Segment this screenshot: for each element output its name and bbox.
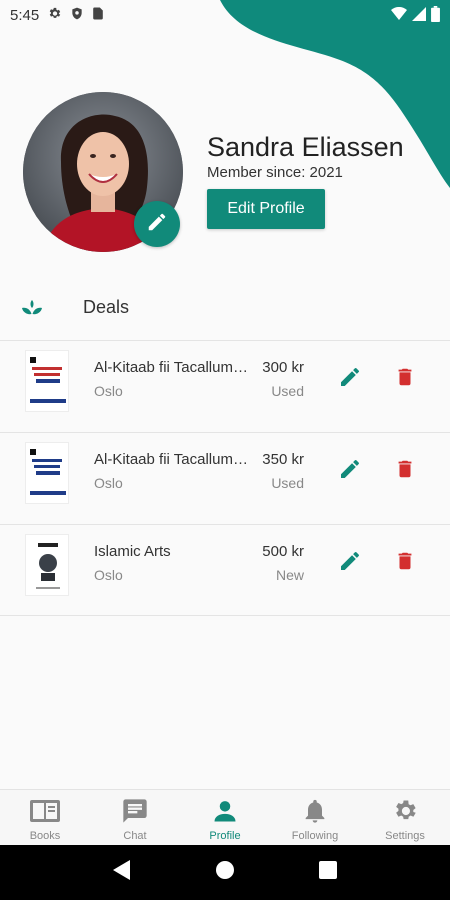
deal-price: 500 kr xyxy=(262,543,304,560)
deal-title: Al-Kitaab fii Tacallum ... xyxy=(94,359,248,376)
user-name: Sandra Eliassen xyxy=(207,132,404,162)
battery-icon xyxy=(431,6,440,26)
delete-deal-button[interactable] xyxy=(393,550,417,576)
member-since: Member since: 2021 xyxy=(207,164,343,181)
nav-label: Settings xyxy=(385,830,425,842)
nav-label: Chat xyxy=(123,830,147,842)
deal-title: Islamic Arts xyxy=(94,543,171,560)
trash-icon xyxy=(394,365,416,394)
bottom-navigation: Books Chat Profile Following Settings xyxy=(0,789,450,845)
deal-condition: Used xyxy=(271,475,304,491)
nav-item-settings[interactable]: Settings xyxy=(360,790,450,845)
deal-city: Oslo xyxy=(94,475,123,491)
profile-avatar-group xyxy=(23,92,183,252)
status-bar: 5:45 xyxy=(0,0,450,30)
nav-item-profile[interactable]: Profile xyxy=(180,790,270,845)
pencil-icon xyxy=(338,365,362,394)
bell-icon xyxy=(299,796,331,826)
recents-square-icon xyxy=(319,861,338,884)
deal-list: Al-Kitaab fii Tacallum ... Oslo 300 kr U… xyxy=(0,340,450,616)
signal-icon xyxy=(412,7,426,25)
pencil-icon xyxy=(338,549,362,578)
deal-city: Oslo xyxy=(94,567,123,583)
list-item[interactable]: Islamic Arts Oslo 500 kr New xyxy=(0,524,450,616)
book-icon xyxy=(29,796,61,826)
delete-deal-button[interactable] xyxy=(393,458,417,484)
nav-item-following[interactable]: Following xyxy=(270,790,360,845)
deal-title: Al-Kitaab fii Tacallum ... xyxy=(94,451,248,468)
deal-condition: New xyxy=(275,567,304,583)
deal-price: 350 kr xyxy=(262,451,304,468)
deal-condition: Used xyxy=(271,383,304,399)
list-item[interactable]: Al-Kitaab fii Tacallum ... Oslo 350 kr U… xyxy=(0,432,450,524)
deals-section-header: Deals xyxy=(0,290,450,326)
list-item[interactable]: Al-Kitaab fii Tacallum ... Oslo 300 kr U… xyxy=(0,340,450,432)
gear-icon xyxy=(389,796,421,826)
nav-label: Profile xyxy=(209,830,241,842)
chat-icon xyxy=(119,796,151,826)
shield-icon xyxy=(70,6,84,25)
person-icon xyxy=(209,796,241,826)
deals-title: Deals xyxy=(83,297,130,317)
sim-card-icon xyxy=(92,6,104,25)
home-button[interactable] xyxy=(210,858,240,888)
home-circle-icon xyxy=(215,860,235,885)
recents-button[interactable] xyxy=(313,858,343,888)
pencil-icon xyxy=(338,457,362,486)
delete-deal-button[interactable] xyxy=(393,366,417,392)
edit-deal-button[interactable] xyxy=(337,366,363,392)
nav-item-chat[interactable]: Chat xyxy=(90,790,180,845)
trash-icon xyxy=(394,549,416,578)
edit-profile-button[interactable]: Edit Profile xyxy=(207,189,325,229)
edit-deal-button[interactable] xyxy=(337,458,363,484)
nav-label: Following xyxy=(291,830,339,842)
avatar-edit-button[interactable] xyxy=(134,201,180,247)
pencil-icon xyxy=(146,211,168,238)
nav-item-books[interactable]: Books xyxy=(0,790,90,845)
deal-city: Oslo xyxy=(94,383,123,399)
wifi-icon xyxy=(391,6,407,25)
status-time: 5:45 xyxy=(10,6,40,24)
book-thumbnail xyxy=(25,442,69,504)
sprout-icon xyxy=(20,296,44,320)
trash-icon xyxy=(394,457,416,486)
book-thumbnail xyxy=(25,534,69,596)
edit-deal-button[interactable] xyxy=(337,550,363,576)
system-navigation-bar xyxy=(0,845,450,900)
gear-icon xyxy=(47,6,62,25)
deal-price: 300 kr xyxy=(262,359,304,376)
book-thumbnail xyxy=(25,350,69,412)
nav-label: Books xyxy=(29,830,61,842)
back-triangle-icon xyxy=(112,860,131,885)
back-button[interactable] xyxy=(107,858,137,888)
